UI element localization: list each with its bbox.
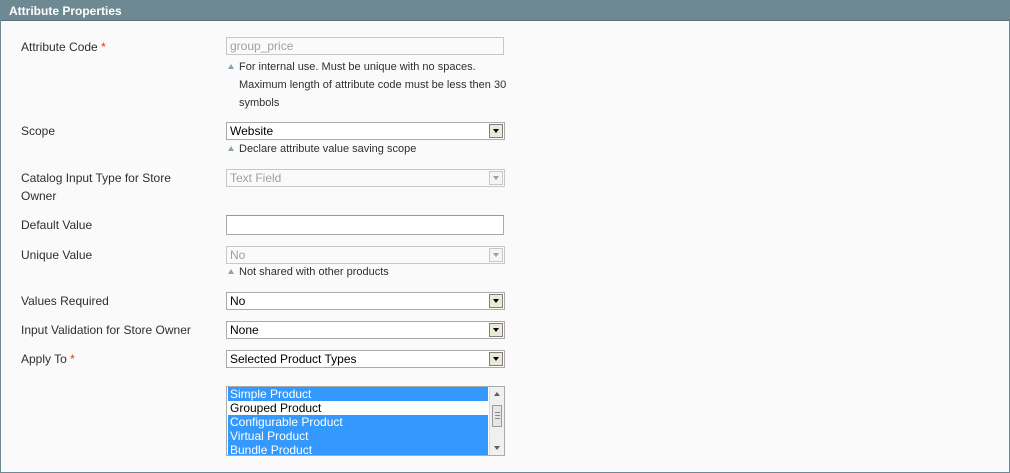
input-validation-value: None [230, 323, 259, 337]
unique-value-note: Not shared with other products [239, 266, 389, 278]
product-types-listbox[interactable]: Simple Product Grouped Product Configura… [226, 386, 505, 456]
default-value-label: Default Value [21, 218, 93, 232]
apply-to-value: Selected Product Types [230, 352, 357, 366]
panel-header: Attribute Properties [1, 1, 1009, 21]
note-arrow-icon [228, 64, 234, 69]
input-validation-label: Input Validation for Store Owner [21, 323, 191, 337]
apply-to-label-text: Apply To [21, 352, 67, 366]
note-arrow-icon [228, 146, 234, 151]
attribute-code-input[interactable]: group_price [226, 37, 504, 55]
unique-value-label: Unique Value [21, 248, 93, 262]
chevron-down-icon[interactable] [489, 124, 503, 138]
chevron-down-icon [489, 248, 503, 262]
values-required-label: Values Required [21, 294, 109, 308]
catalog-input-type-label-line-2: Owner [21, 189, 57, 203]
unique-value-select[interactable]: No [226, 246, 505, 264]
attribute-code-label-text: Attribute Code [21, 40, 98, 54]
listbox-scrollbar[interactable] [489, 387, 504, 455]
attribute-code-note-line-3: symbols [239, 97, 280, 109]
attribute-code-note-line-1: For internal use. Must be unique with no… [239, 61, 476, 73]
catalog-input-type-value: Text Field [230, 171, 282, 185]
default-value-input[interactable] [226, 215, 504, 235]
scroll-down-arrow-icon[interactable] [491, 441, 504, 454]
product-type-option-grouped[interactable]: Grouped Product [228, 401, 488, 415]
product-type-option-bundle[interactable]: Bundle Product [228, 443, 488, 455]
catalog-input-type-label-line-1: Catalog Input Type for Store [21, 171, 171, 185]
note-arrow-icon [228, 269, 234, 274]
apply-to-label: Apply To * [21, 350, 75, 368]
attribute-code-label: Attribute Code * [21, 38, 106, 56]
chevron-down-icon[interactable] [489, 352, 503, 366]
scroll-up-arrow-icon[interactable] [491, 388, 504, 401]
apply-to-select[interactable]: Selected Product Types [226, 350, 505, 368]
attribute-code-note-line-2: Maximum length of attribute code must be… [239, 79, 507, 91]
chevron-down-icon[interactable] [489, 294, 503, 308]
scope-note: Declare attribute value saving scope [239, 143, 417, 155]
attribute-code-value: group_price [230, 39, 294, 53]
scope-select[interactable]: Website [226, 122, 505, 140]
attribute-properties-panel: Attribute Properties [0, 0, 1010, 473]
product-type-option-simple[interactable]: Simple Product [228, 387, 488, 401]
required-mark: * [70, 352, 75, 366]
values-required-select[interactable]: No [226, 292, 505, 310]
chevron-down-icon [489, 171, 503, 185]
values-required-value: No [230, 294, 246, 308]
scope-select-value: Website [230, 124, 274, 138]
product-type-option-virtual[interactable]: Virtual Product [228, 429, 488, 443]
unique-value-value: No [230, 248, 246, 262]
product-type-option-configurable[interactable]: Configurable Product [228, 415, 488, 429]
catalog-input-type-select[interactable]: Text Field [226, 169, 505, 187]
required-mark: * [101, 40, 106, 54]
chevron-down-icon[interactable] [489, 323, 503, 337]
scrollbar-thumb[interactable] [492, 405, 502, 427]
scope-label: Scope [21, 124, 56, 138]
input-validation-select[interactable]: None [226, 321, 505, 339]
panel-title: Attribute Properties [9, 4, 122, 18]
